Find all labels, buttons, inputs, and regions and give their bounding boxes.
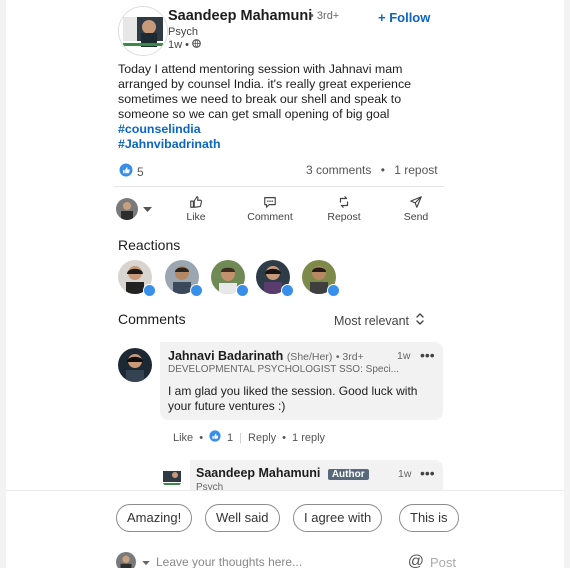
caret-down-icon xyxy=(143,200,152,218)
reaction-author-selector[interactable] xyxy=(116,198,152,220)
more-options-icon[interactable]: ••• xyxy=(420,465,435,481)
reaction-count-text: 5 xyxy=(137,164,144,179)
reply-button[interactable]: Reply xyxy=(248,432,276,444)
self-avatar xyxy=(116,198,138,220)
send-label: Send xyxy=(403,211,429,223)
comments-count[interactable]: 3 comments xyxy=(306,163,371,177)
reply-author-name[interactable]: Saandeep Mahamuni Author xyxy=(196,466,369,480)
suggestion-chip[interactable]: This is xyxy=(399,504,459,532)
commenter-degree: • 3rd+ xyxy=(335,351,364,363)
author-name[interactable]: Saandeep Mahamuni xyxy=(168,8,312,24)
reply-author-avatar[interactable] xyxy=(161,466,183,488)
reply-count[interactable]: 1 reply xyxy=(292,432,325,444)
repost-icon xyxy=(314,195,374,209)
like-badge-icon xyxy=(327,284,340,297)
post-body: Today I attend mentoring session with Ja… xyxy=(118,62,444,152)
author-badge: Author xyxy=(327,469,369,480)
repost-label: Repost xyxy=(327,211,361,223)
comment-composer[interactable]: Leave your thoughts here... @ Post xyxy=(116,552,456,568)
post-text: Today I attend mentoring session with Ja… xyxy=(118,62,412,121)
suggestion-chip[interactable]: I agree with xyxy=(293,504,383,532)
like-button[interactable]: Like xyxy=(166,195,226,223)
commenter-headline: DEVELOPMENTAL PSYCHOLOGIST SSO: Speci... xyxy=(168,364,399,375)
author-headline: Psych xyxy=(168,26,198,38)
engagement-counts: 3 comments • 1 repost xyxy=(306,163,438,177)
mention-icon[interactable]: @ xyxy=(408,553,424,568)
comment-text: I am glad you liked the session. Good lu… xyxy=(168,384,418,413)
comment-like-icon xyxy=(209,430,221,445)
like-badge-icon xyxy=(236,284,249,297)
author-degree: • 3rd+ xyxy=(310,10,340,22)
suggested-replies: Amazing! Well said I agree with This is xyxy=(6,490,564,545)
commenter-avatar[interactable] xyxy=(118,348,152,382)
reply-time: 1w xyxy=(398,468,412,480)
hashtag-counselindia[interactable]: #counselindia xyxy=(118,122,444,137)
sort-dropdown[interactable]: Most relevant xyxy=(334,312,425,329)
comment-icon xyxy=(240,195,300,209)
like-reaction-icon xyxy=(119,163,133,180)
separator-bar: | xyxy=(239,431,243,444)
comment-time: 1w xyxy=(397,350,411,362)
like-badge-icon xyxy=(190,284,203,297)
separator-dot: • xyxy=(282,431,287,444)
caret-down-icon xyxy=(142,555,150,568)
comment-actions: Like • 1 | Reply • 1 reply xyxy=(173,430,325,445)
suggestion-chip[interactable]: Well said xyxy=(205,504,280,532)
repost-button[interactable]: Repost xyxy=(314,195,374,223)
self-avatar xyxy=(116,552,136,568)
send-icon xyxy=(386,195,446,209)
author-avatar[interactable] xyxy=(118,6,168,56)
thumbs-up-icon xyxy=(166,195,226,209)
reposts-count[interactable]: 1 repost xyxy=(394,163,437,177)
like-badge-icon xyxy=(281,284,294,297)
more-options-icon[interactable]: ••• xyxy=(420,347,435,363)
reaction-count[interactable]: 5 xyxy=(119,163,144,180)
sort-chevron-icon xyxy=(415,312,425,329)
post-time-text: 1w • xyxy=(168,39,189,51)
reply-author-name-text: Saandeep Mahamuni xyxy=(196,466,321,480)
divider xyxy=(114,186,444,187)
comment-button[interactable]: Comment xyxy=(240,195,300,223)
commenter-name-text: Jahnavi Badarinath xyxy=(168,349,284,363)
comment-like-count: 1 xyxy=(227,431,234,444)
post-comment-button[interactable]: Post xyxy=(430,555,456,568)
like-label: Like xyxy=(186,211,206,223)
suggestion-chip[interactable]: Amazing! xyxy=(116,504,193,532)
commenter-name[interactable]: Jahnavi Badarinath (She/Her) • 3rd+ xyxy=(168,349,364,363)
comment-input[interactable]: Leave your thoughts here... xyxy=(156,555,402,568)
comment-label: Comment xyxy=(247,211,293,223)
separator-dot: • xyxy=(199,431,204,444)
comment-like-button[interactable]: Like xyxy=(173,432,193,444)
post-time: 1w • xyxy=(168,39,201,51)
counts-separator: • xyxy=(380,163,385,177)
hashtag-jahnvibadrinath[interactable]: #Jahnvibadrinath xyxy=(118,137,444,152)
reactions-title: Reactions xyxy=(118,237,181,253)
sort-label: Most relevant xyxy=(334,313,410,328)
post-card: Saandeep Mahamuni • 3rd+ Psych 1w • + Fo… xyxy=(6,0,564,568)
like-badge-icon xyxy=(143,284,156,297)
comment-bubble: Jahnavi Badarinath (She/Her) • 3rd+ 1w •… xyxy=(160,342,443,420)
comments-title: Comments xyxy=(118,311,186,327)
globe-icon xyxy=(192,39,201,51)
commenter-pronouns: (She/Her) xyxy=(286,351,333,363)
follow-button[interactable]: + Follow xyxy=(378,10,430,25)
send-button[interactable]: Send xyxy=(386,195,446,223)
